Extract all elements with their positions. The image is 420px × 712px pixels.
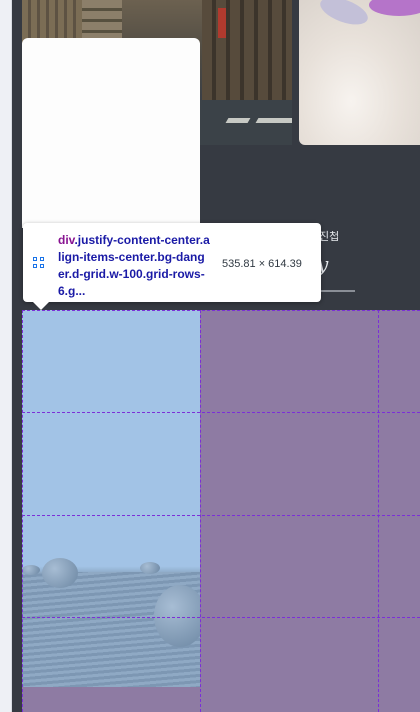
grid-row-line <box>22 515 420 516</box>
title-underline <box>315 290 355 292</box>
building <box>202 0 292 110</box>
photo-detail <box>369 0 420 16</box>
selector-tag: div <box>58 233 75 247</box>
grid-outline <box>22 310 420 712</box>
grid-column-line <box>200 310 201 712</box>
korean-label: 진첩 <box>319 231 340 243</box>
crosswalk-stripe <box>275 118 292 123</box>
grid-column-line <box>378 310 379 712</box>
white-card <box>22 38 200 228</box>
devtools-inspect-tooltip: div.justify-content-center.align-items-c… <box>23 223 321 310</box>
soft-focus-photo <box>299 0 420 145</box>
page-viewport: 진첩 y <box>12 0 420 712</box>
grid-row-line <box>22 412 420 413</box>
devtools-left-strip <box>0 0 12 712</box>
selector-classes: .justify-content-center.align-items-cent… <box>58 233 210 298</box>
element-size: 535.81 × 614.39 <box>222 258 302 270</box>
crosswalk-stripe <box>225 118 251 123</box>
grid-row-line <box>22 617 420 618</box>
inspected-grid-element[interactable] <box>22 310 420 712</box>
grid-icon <box>33 257 45 269</box>
street-sign <box>218 8 226 38</box>
element-selector: div.justify-content-center.align-items-c… <box>58 232 211 300</box>
photo-detail <box>316 0 372 30</box>
